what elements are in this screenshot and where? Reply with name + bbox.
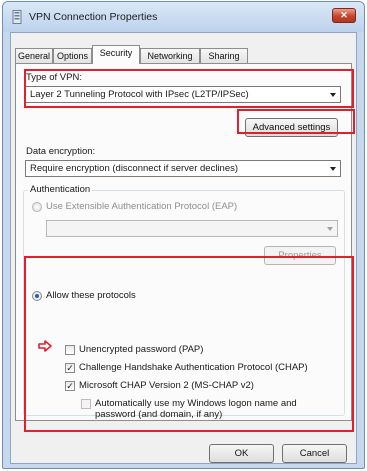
vpn-type-value: Layer 2 Tunneling Protocol with IPsec (L…: [30, 89, 249, 100]
pap-checkbox[interactable]: [65, 345, 75, 355]
data-encryption-value: Require encryption (disconnect if server…: [30, 163, 239, 174]
properties-button[interactable]: Properties: [264, 246, 336, 265]
red-arrow-icon: [38, 340, 52, 352]
chap-label: Challenge Handshake Authentication Proto…: [79, 362, 308, 373]
mschapv2-checkbox[interactable]: ✓: [65, 381, 75, 391]
chevron-down-icon: [330, 167, 336, 171]
tab-options[interactable]: Options: [53, 48, 92, 63]
auto-logon-checkbox[interactable]: [81, 399, 91, 409]
tab-security[interactable]: Security: [92, 45, 140, 64]
data-encryption-dropdown[interactable]: Require encryption (disconnect if server…: [25, 160, 341, 177]
chap-checkbox[interactable]: ✓: [65, 363, 75, 373]
vpn-type-dropdown[interactable]: Layer 2 Tunneling Protocol with IPsec (L…: [25, 86, 341, 103]
vpn-type-label: Type of VPN:: [26, 72, 82, 83]
auto-logon-label-line2: password (and domain, if any): [95, 409, 223, 420]
allow-protocols-label: Allow these protocols: [46, 290, 136, 301]
vpn-properties-window: VPN Connection Properties ✕ General Opti…: [2, 1, 365, 469]
eap-type-dropdown[interactable]: [46, 220, 338, 237]
auto-logon-label-line1: Automatically use my Windows logon name …: [95, 398, 297, 409]
security-tab-panel: Type of VPN: Layer 2 Tunneling Protocol …: [15, 63, 352, 421]
cancel-button[interactable]: Cancel: [282, 444, 347, 463]
ok-button[interactable]: OK: [209, 444, 274, 463]
tab-sharing[interactable]: Sharing: [200, 48, 248, 63]
close-button[interactable]: ✕: [332, 8, 356, 23]
advanced-settings-button[interactable]: Advanced settings: [245, 118, 338, 137]
pap-label: Unencrypted password (PAP): [79, 344, 204, 355]
tab-networking[interactable]: Networking: [140, 48, 200, 63]
eap-radio-label: Use Extensible Authentication Protocol (…: [46, 201, 238, 212]
network-icon: [12, 10, 22, 24]
tab-general[interactable]: General: [15, 48, 53, 63]
chevron-down-icon: [330, 93, 336, 97]
allow-protocols-radio[interactable]: [32, 291, 42, 301]
window-title: VPN Connection Properties: [29, 11, 158, 23]
dialog-client-area: General Options Security Networking Shar…: [10, 32, 357, 464]
eap-radio[interactable]: [32, 202, 42, 212]
mschapv2-label: Microsoft CHAP Version 2 (MS-CHAP v2): [79, 380, 254, 391]
data-encryption-label: Data encryption:: [26, 146, 96, 157]
authentication-group-label: Authentication: [28, 184, 93, 195]
chevron-down-icon: [327, 227, 333, 231]
title-bar[interactable]: VPN Connection Properties ✕: [3, 2, 364, 32]
